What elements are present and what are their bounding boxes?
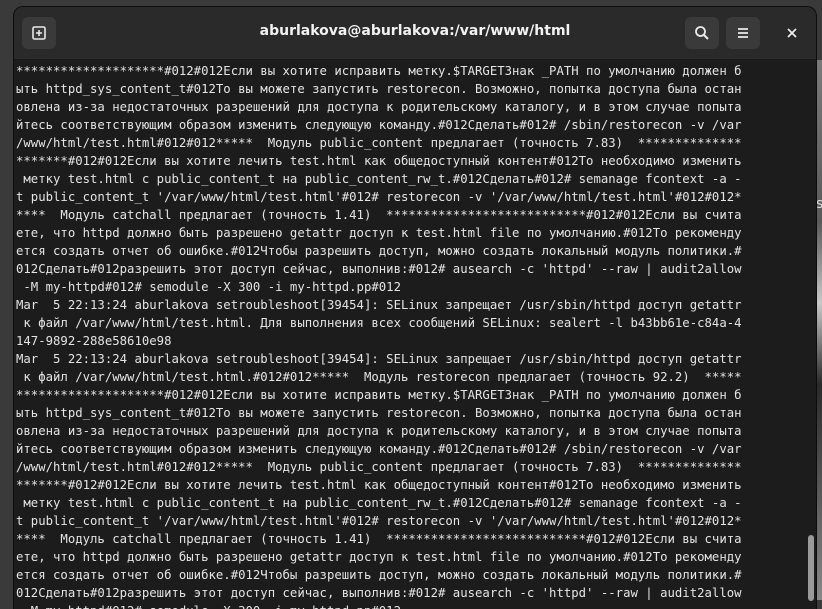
- background-window-fragment: s: [816, 196, 822, 212]
- terminal-line: ете, что httpd должно быть разрешено get…: [16, 226, 742, 240]
- terminal-line: *******#012#012Если вы хотите лечить tes…: [16, 154, 742, 168]
- terminal-line: к файл /var/www/html/test.html.#012#012*…: [16, 370, 742, 384]
- terminal-line: ыть httpd_sys_content_t#012То вы можете …: [16, 82, 742, 96]
- hamburger-menu-icon: [738, 28, 748, 38]
- close-button[interactable]: [778, 19, 806, 47]
- scrollbar-thumb[interactable]: [808, 535, 814, 601]
- terminal-line: t public_content_t '/var/www/html/test.h…: [16, 514, 742, 528]
- terminal-line: Mar 5 22:13:24 aburlakova setroubleshoot…: [16, 298, 742, 312]
- terminal-line: ********************#012#012Если вы хоти…: [16, 388, 742, 402]
- search-button[interactable]: [685, 17, 719, 49]
- terminal-line: к файл /var/www/html/test.html. Для выпо…: [16, 316, 742, 330]
- terminal-line: йтесь соответствующим образом изменить с…: [16, 442, 742, 456]
- terminal-line: овлена из-за недостаточных разрешений дл…: [16, 100, 742, 114]
- terminal-line: 147-9892-288e58610e98: [16, 334, 172, 348]
- terminal-line: ыть httpd_sys_content_t#012То вы можете …: [16, 406, 742, 420]
- terminal-window: aburlakova@aburlakova:/var/www/html ****…: [14, 7, 816, 609]
- headerbar: aburlakova@aburlakova:/var/www/html: [14, 7, 816, 60]
- terminal-line: ете, что httpd должно быть разрешено get…: [16, 550, 742, 564]
- terminal-line: 012Сделать#012разрешить этот доступ сейч…: [16, 262, 742, 276]
- terminal-line: йтесь соответствующим образом изменить с…: [16, 118, 742, 132]
- terminal-line: ется создать отчет об ошибке.#012Чтобы р…: [16, 568, 742, 582]
- terminal-line: **** Модуль catchall предлагает (точност…: [16, 208, 742, 222]
- close-icon: [787, 28, 797, 38]
- menu-button[interactable]: [726, 17, 760, 49]
- search-icon: [695, 26, 709, 40]
- terminal-lines: ********************#012#012Если вы хоти…: [16, 62, 742, 609]
- terminal-line: **** Модуль catchall предлагает (точност…: [16, 532, 742, 546]
- terminal-line: -M my-httpd#012# semodule -X 300 -i my-h…: [16, 602, 742, 609]
- terminal-line: *******#012#012Если вы хотите лечить tes…: [16, 478, 742, 492]
- terminal-output[interactable]: ********************#012#012Если вы хоти…: [14, 60, 816, 609]
- terminal-line: овлена из-за недостаточных разрешений дл…: [16, 424, 742, 438]
- terminal-line: /www/html/test.html#012#012***** Модуль …: [16, 460, 742, 474]
- terminal-line: Mar 5 22:13:24 aburlakova setroubleshoot…: [16, 352, 742, 366]
- terminal-line: t public_content_t '/var/www/html/test.h…: [16, 190, 742, 204]
- terminal-line: метку test.html с public_content_t на pu…: [16, 172, 742, 186]
- terminal-line: -M my-httpd#012# semodule -X 300 -i my-h…: [16, 280, 401, 294]
- terminal-line: /www/html/test.html#012#012***** Модуль …: [16, 136, 742, 150]
- terminal-line: 012Сделать#012разрешить этот доступ сейч…: [16, 586, 742, 600]
- terminal-line: ********************#012#012Если вы хоти…: [16, 64, 742, 78]
- terminal-line: ется создать отчет об ошибке.#012Чтобы р…: [16, 244, 742, 258]
- terminal-line: метку test.html с public_content_t на pu…: [16, 496, 742, 510]
